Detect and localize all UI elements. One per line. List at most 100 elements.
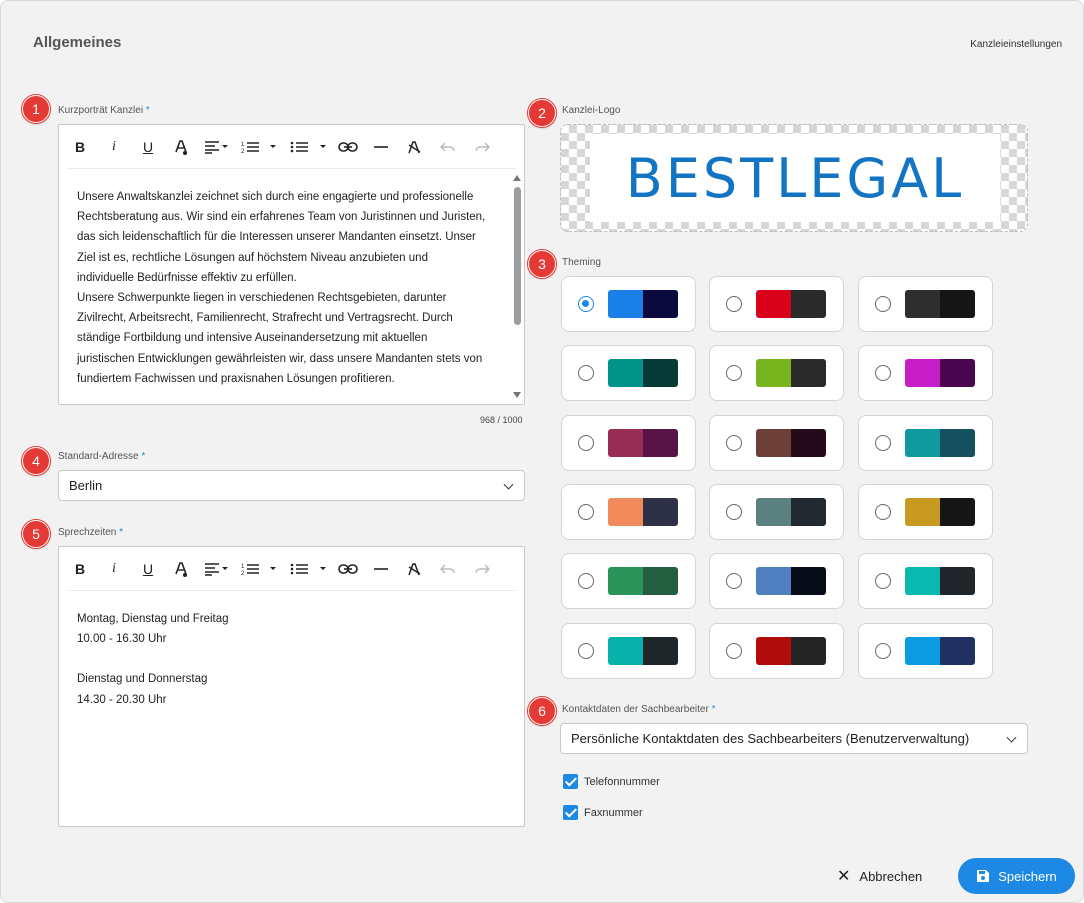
logo-upload[interactable]: BESTLEGAL [560, 124, 1028, 232]
horizontal-rule-icon[interactable] [372, 137, 390, 157]
portrait-editor[interactable]: B i U 12 Unsere Anwaltskanzlei zeichnet … [58, 124, 525, 405]
scroll-up-arrow[interactable] [513, 175, 521, 181]
theme-radio[interactable] [578, 504, 594, 520]
ordered-list-icon[interactable]: 12 [241, 137, 277, 157]
theme-radio[interactable] [875, 296, 891, 312]
phone-checkbox[interactable] [563, 774, 578, 789]
swatch-color [791, 359, 826, 387]
address-label-text: Standard-Adresse [58, 451, 139, 462]
theme-radio[interactable] [578, 365, 594, 381]
theme-option[interactable] [858, 484, 993, 540]
theme-option[interactable] [561, 484, 696, 540]
save-button[interactable]: Speichern [958, 858, 1075, 894]
fax-checkbox-label[interactable]: Faxnummer [584, 807, 643, 819]
save-icon [977, 870, 990, 882]
undo-icon[interactable] [439, 559, 457, 579]
theme-radio[interactable] [875, 643, 891, 659]
swatch-color [643, 290, 678, 318]
clear-format-icon[interactable] [405, 559, 423, 579]
ordered-list-icon[interactable]: 12 [241, 559, 277, 579]
scroll-down-arrow[interactable] [513, 392, 521, 398]
theme-option[interactable] [709, 553, 844, 609]
theme-option[interactable] [561, 415, 696, 471]
underline-button[interactable]: U [139, 559, 157, 579]
align-dropdown-icon[interactable] [203, 137, 231, 157]
swatch-color [643, 429, 678, 457]
theme-option[interactable] [709, 345, 844, 401]
theme-radio[interactable] [578, 435, 594, 451]
horizontal-rule-icon[interactable] [372, 559, 390, 579]
contact-label-text: Kontaktdaten der Sachbearbeiter [562, 704, 709, 715]
bold-button[interactable]: B [71, 137, 89, 157]
contact-value: Persönliche Kontaktdaten des Sachbearbei… [571, 731, 970, 746]
theme-swatch [905, 637, 975, 665]
undo-icon[interactable] [439, 137, 457, 157]
clear-format-icon[interactable] [405, 137, 423, 157]
swatch-color [791, 290, 826, 318]
save-button-label: Speichern [998, 868, 1057, 884]
scroll-thumb[interactable] [514, 187, 521, 325]
theme-radio[interactable] [726, 435, 742, 451]
theme-radio[interactable] [726, 643, 742, 659]
theme-radio[interactable] [726, 365, 742, 381]
theme-radio[interactable] [875, 435, 891, 451]
fax-checkbox[interactable] [563, 805, 578, 820]
portrait-text[interactable]: Unsere Anwaltskanzlei zeichnet sich durc… [77, 187, 488, 389]
logo-image: BESTLEGAL [590, 134, 1000, 222]
hours-line: 10.00 - 16.30 Uhr [77, 633, 167, 646]
theme-option[interactable] [561, 276, 696, 332]
link-icon[interactable] [337, 559, 359, 579]
theme-radio[interactable] [726, 296, 742, 312]
text-color-icon[interactable] [171, 559, 191, 579]
theme-radio[interactable] [578, 643, 594, 659]
italic-button[interactable]: i [105, 559, 123, 579]
swatch-color [608, 359, 643, 387]
theme-radio[interactable] [726, 573, 742, 589]
theme-option[interactable] [858, 345, 993, 401]
text-color-icon[interactable] [171, 137, 191, 157]
theme-swatch [608, 567, 678, 595]
theme-option[interactable] [709, 276, 844, 332]
theme-option[interactable] [709, 484, 844, 540]
chevron-down-icon [503, 479, 514, 490]
theme-radio[interactable] [726, 504, 742, 520]
theme-option[interactable] [858, 415, 993, 471]
theme-radio[interactable] [875, 573, 891, 589]
redo-icon[interactable] [473, 559, 491, 579]
cancel-button[interactable]: ✕ Abbrechen [837, 863, 922, 889]
theme-option[interactable] [561, 345, 696, 401]
swatch-color [940, 429, 975, 457]
theme-option[interactable] [858, 276, 993, 332]
link-icon[interactable] [337, 137, 359, 157]
theme-option[interactable] [709, 415, 844, 471]
address-select[interactable]: Berlin [58, 470, 525, 501]
phone-checkbox-label[interactable]: Telefonnummer [584, 776, 660, 788]
contact-select[interactable]: Persönliche Kontaktdaten des Sachbearbei… [560, 723, 1028, 754]
bullet-list-icon[interactable] [289, 559, 329, 579]
theme-option[interactable] [561, 623, 696, 679]
align-dropdown-icon[interactable] [203, 559, 231, 579]
hours-line: Dienstag und Donnerstag [77, 673, 208, 686]
chevron-down-icon [1006, 732, 1017, 743]
theme-radio[interactable] [578, 573, 594, 589]
editor-scrollbar[interactable] [512, 171, 522, 402]
underline-button[interactable]: U [139, 137, 157, 157]
swatch-color [791, 637, 826, 665]
breadcrumb[interactable]: Kanzleieinstellungen [970, 39, 1062, 50]
theme-option[interactable] [561, 553, 696, 609]
theme-radio[interactable] [875, 504, 891, 520]
hours-editor[interactable]: B i U 12 Montag, Dienstag und Freitag 10… [58, 546, 525, 827]
bullet-list-icon[interactable] [289, 137, 329, 157]
hours-label: Sprechzeiten * [58, 527, 123, 538]
theme-option[interactable] [858, 623, 993, 679]
theme-option[interactable] [709, 623, 844, 679]
theme-radio[interactable] [578, 296, 594, 312]
bold-button[interactable]: B [71, 559, 89, 579]
hours-text[interactable]: Montag, Dienstag und Freitag 10.00 - 16.… [77, 609, 488, 710]
redo-icon[interactable] [473, 137, 491, 157]
italic-button[interactable]: i [105, 137, 123, 157]
theme-radio[interactable] [875, 365, 891, 381]
svg-text:2: 2 [241, 149, 245, 154]
swatch-color [756, 359, 791, 387]
theme-option[interactable] [858, 553, 993, 609]
